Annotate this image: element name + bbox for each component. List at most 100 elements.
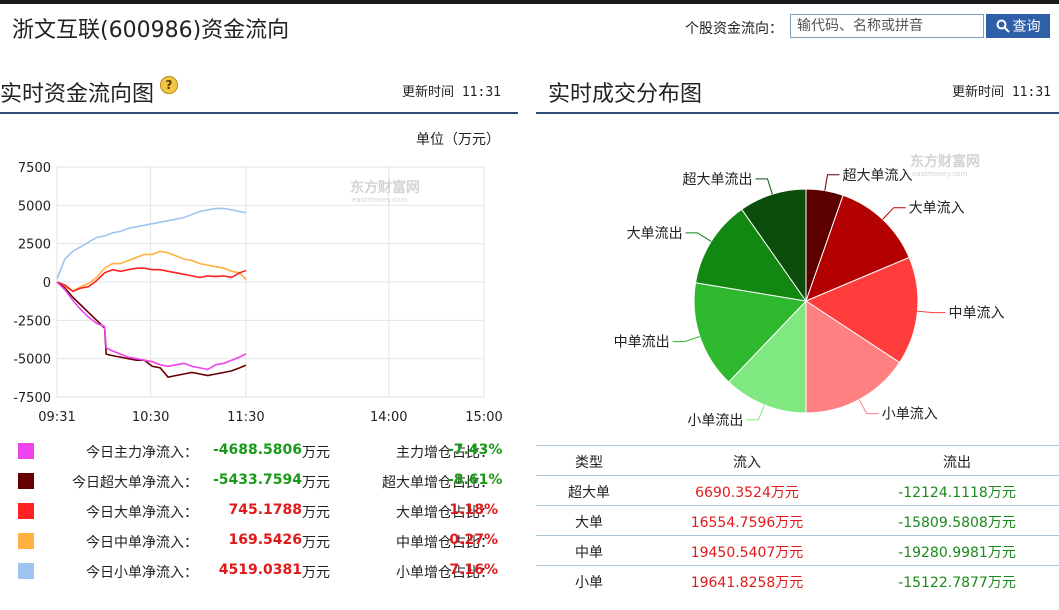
- pie-label: 小单流出: [687, 413, 743, 429]
- table-cell-outflow: -19280.9981万元: [898, 545, 1016, 561]
- legend-swatch: [18, 443, 34, 459]
- legend-row: 今日小单净流入： 4519.0381 万元 小单增仓占比： 7.16%: [18, 560, 518, 582]
- table-cell-type: 大单: [575, 515, 603, 531]
- table-cell-inflow: 16554.7596万元: [690, 515, 804, 531]
- y-tick-label: -2500: [13, 314, 51, 329]
- pie-leader-line: [917, 310, 946, 314]
- legend-value: -4688.5806: [212, 442, 302, 458]
- x-tick-label: 09:31: [38, 410, 75, 425]
- y-tick-label: -7500: [13, 391, 51, 406]
- legend-label: 今日中单净流入：: [86, 535, 198, 551]
- y-tick-label: 2500: [18, 238, 51, 253]
- legend-unit: 万元: [302, 445, 330, 461]
- y-tick-label: 0: [43, 276, 51, 291]
- x-tick-label: 14:00: [370, 410, 407, 425]
- table-cell-outflow: -12124.1118万元: [898, 485, 1016, 501]
- trade-distribution-pie-chart: 东方财富网 eastmoney.com 超大单流入大单流入中单流入小单流入 小单流…: [614, 153, 1005, 429]
- legend-row: 今日超大单净流入： -5433.7594 万元 超大单增仓占比： -8.61%: [18, 470, 518, 492]
- table-cell-inflow: 6690.3524万元: [695, 485, 799, 501]
- help-icon[interactable]: ?: [160, 76, 178, 94]
- table-cell-type: 中单: [575, 545, 603, 561]
- pie-leader-line: [882, 207, 906, 220]
- x-tick-label: 15:00: [465, 410, 502, 425]
- table-row: 大单 16554.7596万元 -15809.5808万元: [536, 505, 1059, 536]
- stock-search-input[interactable]: [790, 14, 984, 38]
- table-cell-outflow: -15122.7877万元: [898, 575, 1016, 591]
- legend-row: 今日主力净流入： -4688.5806 万元 主力增仓占比： -7.43%: [18, 440, 518, 462]
- top-border: [0, 0, 1059, 4]
- table-header-row: 类型 流入 流出: [536, 445, 1059, 476]
- fund-flow-line-chart: 7500 5000 2500 0 -2500 -5000 -7500 09:31 10:30 11…: [13, 161, 503, 425]
- legend-label: 今日主力净流入：: [86, 445, 198, 461]
- pie-label: 中单流入: [948, 306, 1004, 322]
- legend-ratio: -8.61%: [448, 472, 503, 488]
- table-cell-type: 小单: [575, 575, 603, 591]
- page-title: 浙文互联(600986)资金流向: [12, 18, 290, 43]
- pie-chart-watermark-sub: eastmoney.com: [912, 170, 967, 178]
- pie-label: 超大单流入: [842, 168, 912, 184]
- pie-leader-line: [672, 336, 700, 343]
- pie-label: 大单流出: [627, 226, 683, 242]
- pie-leader-line: [685, 232, 712, 242]
- right-update-label: 更新时间: [952, 85, 1005, 100]
- legend-row: 今日大单净流入： 745.1788 万元 大单增仓占比： 1.18%: [18, 500, 518, 522]
- pie-label: 小单流入: [882, 407, 938, 423]
- legend-unit: 万元: [302, 505, 330, 521]
- legend-label: 今日超大单净流入：: [72, 475, 198, 491]
- table-cell-outflow: -15809.5808万元: [898, 515, 1016, 531]
- fund-flow-title: 实时资金流向图: [0, 82, 155, 107]
- right-divider: [536, 112, 1059, 114]
- right-update-time: 更新时间 11:31: [952, 81, 1051, 100]
- legend-unit: 万元: [302, 565, 330, 581]
- legend-ratio: 1.18%: [449, 502, 498, 518]
- pie-leader-line: [755, 178, 773, 195]
- pie-chart-watermark: 东方财富网: [910, 153, 980, 170]
- right-update-value: 11:31: [1011, 85, 1051, 100]
- table-header-outflow: 流出: [943, 455, 971, 471]
- legend-unit: 万元: [302, 535, 330, 551]
- pie-label: 大单流入: [909, 201, 965, 217]
- distribution-title: 实时成交分布图: [548, 82, 703, 107]
- left-update-label: 更新时间: [402, 85, 455, 100]
- left-divider: [0, 112, 518, 114]
- legend-value: 745.1788: [228, 502, 302, 518]
- left-update-value: 11:31: [461, 85, 501, 100]
- legend-ratio: 0.27%: [449, 532, 498, 548]
- x-tick-label: 10:30: [132, 410, 169, 425]
- legend-value: 4519.0381: [218, 562, 302, 578]
- left-update-time: 更新时间 11:31: [402, 81, 501, 100]
- search-label: 个股资金流向：: [685, 21, 783, 37]
- pie-leader-line: [824, 174, 840, 191]
- legend-label: 今日小单净流入：: [86, 565, 198, 581]
- legend-swatch: [18, 533, 34, 549]
- legend-ratio: 7.16%: [449, 562, 498, 578]
- pie-label: 超大单流出: [683, 172, 753, 188]
- line-chart-watermark-sub: eastmoney.com: [352, 196, 407, 204]
- legend-value: -5433.7594: [212, 472, 302, 488]
- legend-unit: 万元: [302, 475, 330, 491]
- pie-leader-line: [858, 399, 879, 415]
- x-tick-label: 11:30: [227, 410, 264, 425]
- table-row: 超大单 6690.3524万元 -12124.1118万元: [536, 475, 1059, 506]
- legend-swatch: [18, 503, 34, 519]
- y-tick-label: 7500: [18, 161, 51, 176]
- table-row: 小单 19641.8258万元 -15122.7877万元: [536, 565, 1059, 596]
- table-cell-inflow: 19641.8258万元: [690, 575, 804, 591]
- y-tick-label: -5000: [13, 353, 51, 368]
- table-cell-type: 超大单: [568, 485, 610, 501]
- table-row: 中单 19450.5407万元 -19280.9981万元: [536, 535, 1059, 566]
- pie-leader-line: [746, 404, 765, 421]
- legend-label: 今日大单净流入：: [86, 505, 198, 521]
- legend-swatch: [18, 473, 34, 489]
- legend-row: 今日中单净流入： 169.5426 万元 中单增仓占比： 0.27%: [18, 530, 518, 552]
- line-chart-watermark: 东方财富网: [350, 179, 420, 196]
- legend-ratio: -7.43%: [448, 442, 503, 458]
- table-header-type: 类型: [575, 455, 603, 471]
- legend-swatch: [18, 563, 34, 579]
- search-button-label: 查询: [1012, 19, 1041, 35]
- y-tick-label: 5000: [18, 199, 51, 214]
- legend-value: 169.5426: [228, 532, 302, 548]
- search-button[interactable]: 查询: [986, 14, 1050, 38]
- search-icon: [996, 19, 1010, 33]
- table-cell-inflow: 19450.5407万元: [690, 545, 804, 561]
